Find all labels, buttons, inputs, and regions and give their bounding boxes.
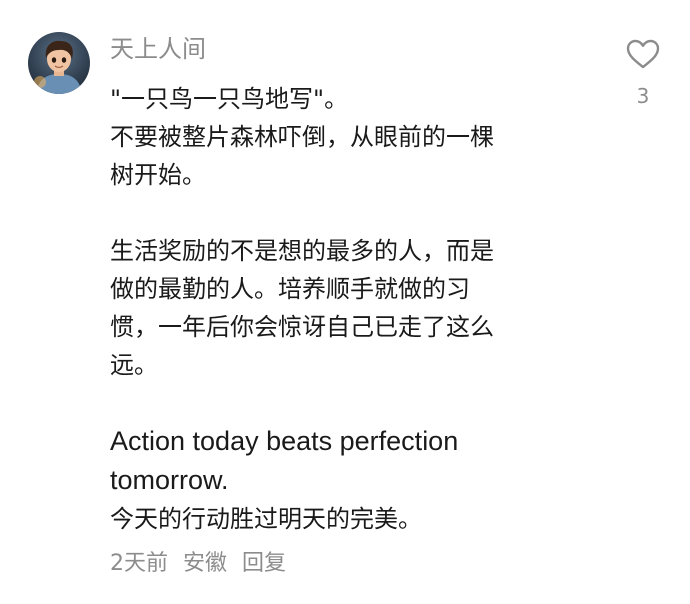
comment-paragraph-3: Action today beats perfection tomorrow. … — [110, 422, 600, 538]
comment-item: 天上人间 "一只鸟一只鸟地写"。 不要被整片森林吓倒，从眼前的一棵 树开始。 生… — [0, 0, 690, 604]
english-quote: Action today beats perfection tomorrow. — [110, 426, 459, 495]
comment-location: 安徽 — [183, 551, 228, 576]
avatar-image — [28, 32, 90, 94]
heart-outline-icon — [626, 39, 660, 69]
comment-paragraph-2: 生活奖励的不是想的最多的人，而是 做的最勤的人。培养顺手就做的习 惯，一年后你会… — [110, 237, 494, 379]
comment-time: 2天前 — [110, 551, 168, 576]
chinese-quote: 今天的行动胜过明天的完美。 — [110, 505, 422, 533]
username[interactable]: 天上人间 — [110, 32, 206, 66]
like-count: 3 — [636, 84, 650, 108]
reply-button[interactable]: 回复 — [242, 551, 286, 576]
comment-body: "一只鸟一只鸟地写"。 不要被整片森林吓倒，从眼前的一棵 树开始。 生活奖励的不… — [110, 80, 600, 538]
like-button[interactable]: 3 — [618, 38, 668, 108]
comment-meta: 2天前 安徽 回复 — [110, 548, 294, 580]
comment-paragraph-1: "一只鸟一只鸟地写"。 不要被整片森林吓倒，从眼前的一棵 树开始。 — [110, 85, 494, 189]
avatar[interactable] — [28, 32, 90, 94]
